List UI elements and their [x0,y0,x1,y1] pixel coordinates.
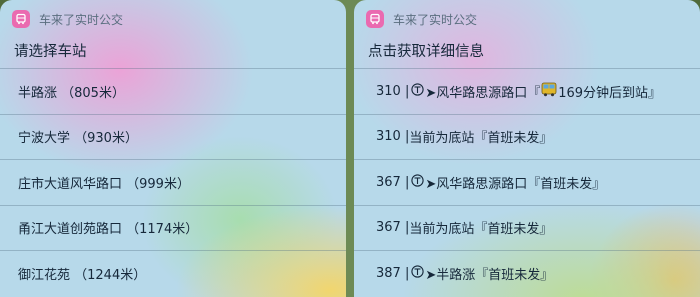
station-item[interactable]: 半路涨 （805米） [0,68,346,114]
direction-icon [411,83,424,100]
arrival-item[interactable]: 367 | 当前为底站『首班未发』 [354,204,700,251]
arrival-item[interactable]: 310 | ➤风华路思源路口『 169分钟后到站』 [354,68,700,114]
arrival-item[interactable]: 367 | ➤风华路思源路口『首班未发』 [354,159,700,205]
arrival-suffix: 169分钟后到站』 [558,85,662,101]
arrival-text: 当前为底站『首班未发』 [409,131,553,147]
widget-header: 车来了实时公交 [366,9,477,29]
route-prefix: 310 | [376,129,410,145]
bus-emoji-icon [541,82,557,101]
route-prefix: 367 | [376,174,410,190]
direction-icon [411,265,424,282]
station-item[interactable]: 宁波大学 （930米） [0,113,346,160]
arrival-item[interactable]: 310 | 当前为底站『首班未发』 [354,113,700,160]
app-name: 车来了实时公交 [393,12,478,27]
arrival-item[interactable]: 387 | ➤半路涨『首班未发』 [354,250,700,296]
station-picker-widget: 车来了实时公交 请选择车站 半路涨 （805米） 宁波大学 （930米） 庄市大… [0,0,346,297]
station-item[interactable]: 庄市大道风华路口 （999米） [0,159,346,205]
widget-title: 请选择车站 [14,44,87,60]
station-item[interactable]: 甬江大道创苑路口 （1174米） [0,204,346,251]
arrival-text: ➤半路涨『首班未发』 [425,267,554,283]
widget-title: 点击获取详细信息 [368,44,484,60]
arrival-text: 当前为底站『首班未发』 [409,222,553,238]
bus-arrival-widget: 车来了实时公交 点击获取详细信息 310 | ➤风华路思源路口『 169分钟后到… [354,0,700,297]
bus-app-icon [12,10,30,28]
bus-app-icon [366,10,384,28]
arrival-text: ➤风华路思源路口『首班未发』 [425,176,606,192]
widget-header: 车来了实时公交 [12,9,123,29]
arrival-list: 310 | ➤风华路思源路口『 169分钟后到站』 310 | 当前为底站『首班… [354,68,700,296]
app-name: 车来了实时公交 [39,12,124,27]
station-list: 半路涨 （805米） 宁波大学 （930米） 庄市大道风华路口 （999米） 甬… [0,68,346,296]
station-item[interactable]: 御江花苑 （1244米） [0,250,346,296]
route-prefix: 367 | [376,220,410,236]
direction-icon [411,174,424,191]
route-prefix: 310 | [376,83,410,99]
arrival-text: ➤风华路思源路口『 [425,85,541,101]
route-prefix: 387 | [376,265,410,281]
